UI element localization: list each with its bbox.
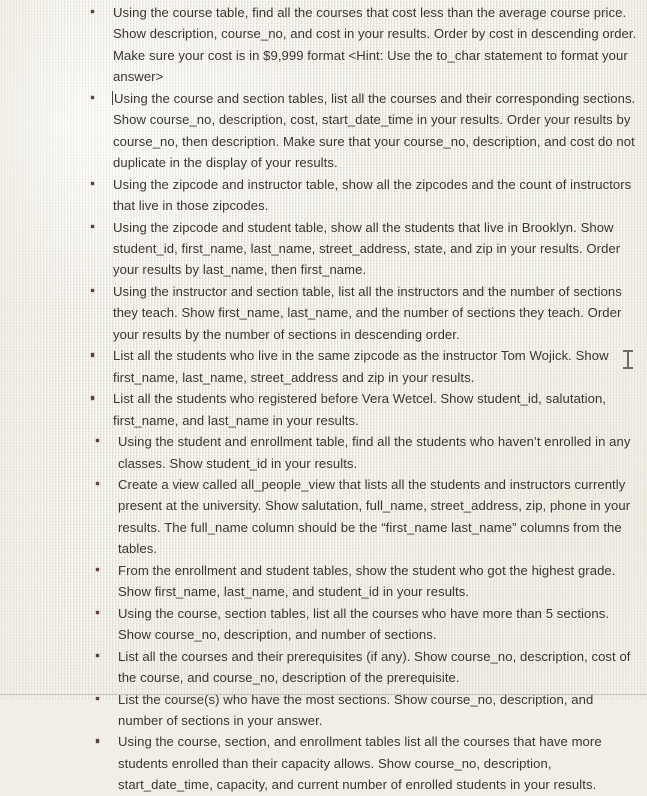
list-item[interactable]: Using the zipcode and instructor table, … [0,174,647,217]
bullet-marker-icon [96,696,100,700]
list-item[interactable]: Using the instructor and section table, … [0,281,647,345]
list-item-text: List the course(s) who have the most sec… [118,691,594,728]
list-item[interactable]: Using the zipcode and student table, sho… [0,217,647,281]
assignment-question-list: Using the course table, find all the cou… [0,2,647,796]
list-item[interactable]: From the enrollment and student tables, … [0,560,647,603]
bullet-marker-icon [96,567,100,572]
list-item[interactable]: Using the course, section tables, list a… [0,603,647,646]
list-item-text: Using the course, section, and enrollmen… [118,734,602,793]
list-item-text: List all the courses and their prerequis… [118,648,631,686]
list-item[interactable]: Using the course and section tables, lis… [0,88,647,174]
bullet-marker-icon [91,181,95,186]
bullet-marker-icon [96,439,100,443]
list-item-text: Using the instructor and section table, … [113,283,622,342]
list-item-text: Using the course and section tables, lis… [113,90,636,171]
bullet-marker-icon [91,288,95,293]
text-insertion-caret [112,90,113,105]
bullet-marker-icon [91,95,95,100]
bullet-marker-icon [91,224,95,228]
assignment-question-list-body: Using the course table, find all the cou… [0,0,647,796]
list-item[interactable]: Create a view called all_people_view tha… [0,474,647,560]
bullet-marker-icon [96,739,100,743]
list-item-text: Using the course, section tables, list a… [118,605,610,643]
list-item[interactable]: Using the course table, find all the cou… [0,2,647,88]
bullet-marker-icon [91,10,95,14]
list-item-text: Using the zipcode and instructor table, … [113,176,632,214]
list-item[interactable]: List all the students who live in the sa… [0,345,647,388]
list-item[interactable]: Using the student and enrollment table, … [0,431,647,474]
list-item-text: From the enrollment and student tables, … [118,562,616,600]
bullet-marker-icon [96,653,100,657]
bullet-marker-icon [91,396,95,400]
list-item[interactable]: Using the course, section, and enrollmen… [0,731,647,795]
bullet-marker-icon [91,353,95,357]
scanned-document-page: Using the course table, find all the cou… [0,0,647,792]
list-item-text: List all the students who registered bef… [113,391,606,428]
list-item-text: Using the zipcode and student table, sho… [113,219,621,278]
list-item-text: Create a view called all_people_view tha… [118,476,631,557]
bullet-marker-icon [96,481,100,486]
list-item[interactable]: List all the courses and their prerequis… [0,646,647,689]
page-bottom-divider [0,694,647,695]
list-item-text: Using the course table, find all the cou… [113,5,637,85]
list-item[interactable]: List all the students who registered bef… [0,388,647,431]
bullet-marker-icon [96,610,100,615]
list-item-text: Using the student and enrollment table, … [118,434,631,471]
list-item-text: List all the students who live in the sa… [113,348,609,385]
